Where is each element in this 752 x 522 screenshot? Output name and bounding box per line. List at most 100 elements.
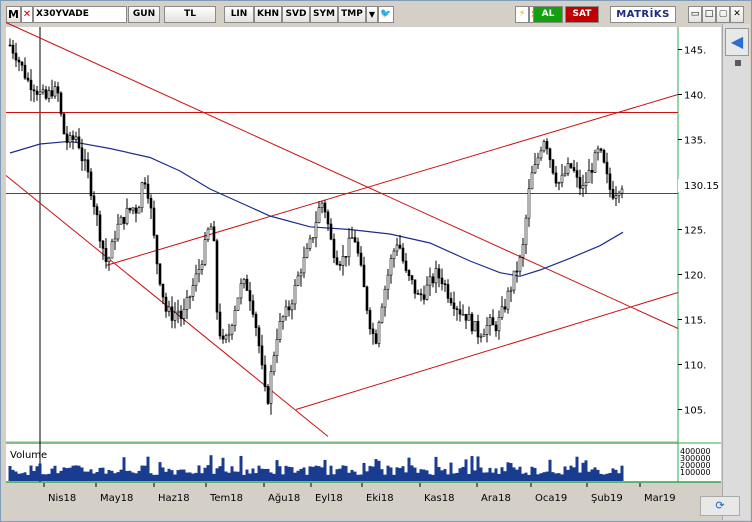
x-tick-label: Nis18 (48, 493, 76, 504)
candle-body (308, 238, 312, 249)
candle-body (161, 283, 165, 298)
candle-body (620, 188, 624, 194)
candle-body (419, 293, 423, 296)
volume-bar (599, 473, 603, 481)
candle-body (248, 290, 252, 302)
candle-body (344, 255, 348, 258)
volume-bar (314, 465, 318, 481)
candle-body (572, 167, 576, 171)
volume-bar (74, 465, 78, 481)
volume-bar (335, 469, 339, 481)
volume-bar (11, 469, 15, 481)
candle-body (587, 169, 591, 183)
volume-bar (95, 472, 99, 481)
volume-bar (248, 473, 252, 481)
candle-body (47, 90, 51, 99)
volume-bar (434, 456, 438, 481)
volume-bar (170, 470, 174, 481)
volume-bar (218, 466, 222, 481)
volume-bar (455, 472, 459, 481)
volume-bar (317, 466, 321, 481)
candle-body (296, 275, 300, 286)
candle-body (527, 188, 531, 219)
candle-body (317, 207, 321, 224)
volume-bar (47, 473, 51, 481)
volume-bar (254, 473, 258, 481)
last-price-label: 130.15 (684, 181, 719, 192)
volume-bar (77, 465, 81, 481)
volume-bar (209, 455, 213, 481)
candle-body (431, 276, 435, 284)
candle-body (149, 198, 153, 209)
volume-bar (59, 470, 63, 481)
volume-bar (584, 460, 588, 481)
volume-bar (128, 470, 132, 481)
volume-bar (305, 474, 309, 481)
candle-body (281, 316, 285, 322)
y-tick-label: 125. (684, 226, 706, 237)
candle-body (383, 288, 387, 308)
volume-bar (230, 466, 234, 481)
volume-bar (527, 474, 531, 481)
candle-body (575, 170, 579, 178)
volume-bar (500, 467, 504, 481)
candle-body (380, 306, 384, 323)
candle-body (332, 238, 336, 258)
candle-body (299, 272, 303, 277)
volume-bar (272, 473, 276, 481)
candle-body (275, 339, 279, 357)
volume-bar (383, 474, 387, 481)
volume-bar (614, 469, 618, 481)
volume-bar (161, 467, 165, 481)
volume-bar (512, 467, 516, 481)
candle-body (461, 313, 465, 316)
volume-bar (479, 467, 483, 481)
y-tick-label: 135. (684, 136, 706, 147)
candle-body (23, 64, 27, 79)
volume-bar (17, 473, 21, 481)
refresh-icon[interactable]: ⟳ (700, 496, 740, 516)
y-tick-label: 140. (684, 91, 706, 102)
candle-body (26, 77, 30, 81)
candle-body (488, 317, 492, 326)
volume-bar (539, 473, 543, 481)
candle-body (251, 300, 255, 315)
candle-body (590, 169, 594, 173)
candle-body (89, 171, 93, 197)
volume-bar (98, 467, 102, 481)
candle-body (116, 223, 120, 240)
volume-bar (371, 466, 375, 481)
x-tick-label: Eki18 (366, 493, 394, 504)
volume-bar (605, 473, 609, 481)
candle-body (215, 240, 219, 313)
candle-body (152, 207, 156, 236)
candle-body (395, 244, 399, 252)
volume-bar (269, 472, 273, 481)
volume-bar (158, 462, 162, 481)
volume-bar (392, 474, 396, 481)
candle-body (602, 150, 606, 163)
volume-bar (611, 468, 615, 481)
candle-body (236, 297, 240, 311)
y-tick-label: 115. (684, 316, 706, 327)
candle-body (428, 276, 432, 286)
candle-body (83, 159, 87, 162)
price-chart[interactable]: 145.140.135.130.125.120.115.110.105.4000… (0, 0, 752, 522)
candle-body (206, 228, 210, 240)
candle-body (494, 324, 498, 332)
candle-body (44, 89, 48, 99)
volume-bar (101, 467, 105, 481)
volume-bar (443, 469, 447, 481)
volume-bar (377, 460, 381, 481)
volume-bar (179, 469, 183, 481)
candle-body (200, 264, 204, 270)
volume-bar (518, 466, 522, 481)
volume-bar (560, 474, 564, 481)
volume-bar (368, 465, 372, 481)
candle-body (74, 136, 78, 140)
candle-body (254, 313, 258, 329)
volume-bar (572, 467, 576, 481)
volume-bar (332, 474, 336, 481)
volume-bar (320, 467, 324, 481)
volume-bar (425, 470, 429, 481)
